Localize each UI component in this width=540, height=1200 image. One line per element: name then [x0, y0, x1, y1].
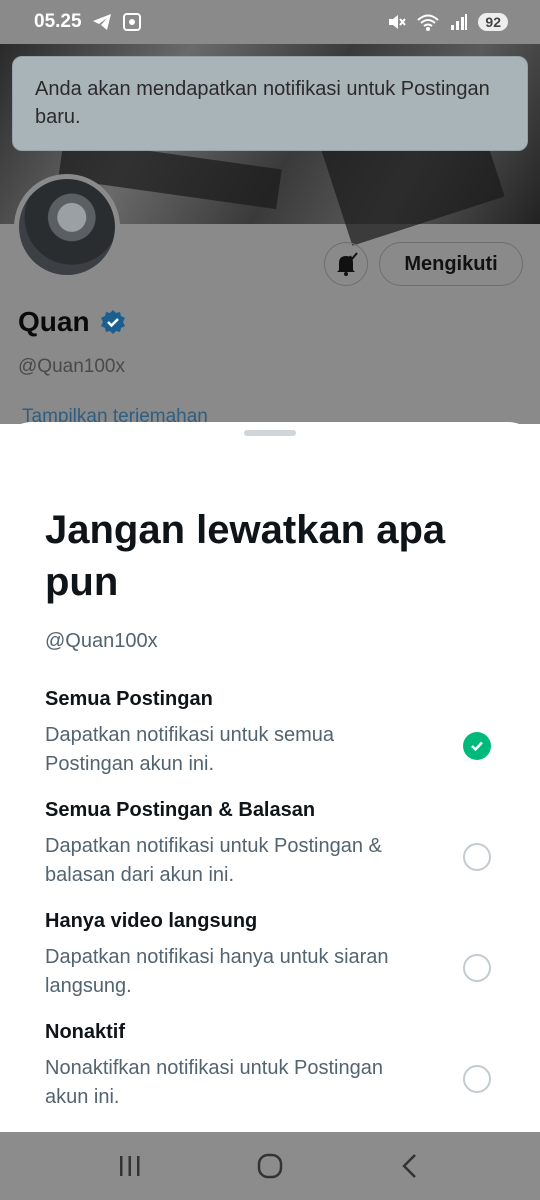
verified-badge-icon	[100, 310, 125, 334]
back-icon	[402, 1154, 416, 1178]
option-title: Semua Postingan & Balasan	[45, 799, 316, 821]
option-postingan-balasan[interactable]: Semua Postingan & Balasan Dapatkan notif…	[45, 799, 495, 890]
radio-unselected[interactable]	[463, 954, 491, 982]
profile-name-row: Quan	[18, 306, 126, 338]
sheet-drag-handle[interactable]	[244, 430, 296, 436]
notification-settings-sheet: Jangan lewatkan apa pun @Quan100x Semua …	[0, 422, 540, 1132]
screenshot-icon	[122, 13, 141, 31]
option-title: Semua Postingan	[45, 688, 213, 710]
profile-name: Quan	[18, 306, 90, 337]
back-button[interactable]	[390, 1146, 430, 1186]
telegram-icon	[92, 14, 111, 30]
sheet-title: Jangan lewatkan apa pun	[45, 508, 446, 604]
wifi-icon	[417, 14, 440, 31]
profile-page: Anda akan mendapatkan notifikasi untuk P…	[0, 44, 540, 424]
check-icon	[471, 741, 483, 752]
option-nonaktif[interactable]: Nonaktif Nonaktifkan notifikasi untuk Po…	[45, 1021, 495, 1112]
mute-icon	[389, 15, 407, 29]
avatar[interactable]	[14, 174, 120, 280]
radio-unselected[interactable]	[463, 843, 491, 871]
option-semua-postingan[interactable]: Semua Postingan Dapatkan notifikasi untu…	[45, 688, 495, 779]
radio-unselected[interactable]	[463, 1065, 491, 1093]
battery-indicator: 92	[478, 13, 508, 31]
bell-check-icon	[337, 252, 358, 276]
option-video-langsung[interactable]: Hanya video langsung Dapatkan notifikasi…	[45, 910, 495, 1001]
home-icon	[257, 1153, 283, 1179]
option-description: Dapatkan notifikasi hanya untuk siaran l…	[45, 946, 389, 997]
sheet-handle: @Quan100x	[45, 630, 158, 652]
status-bar: 05.25 92	[0, 0, 540, 44]
notification-bell-button[interactable]	[324, 242, 368, 286]
option-title: Hanya video langsung	[45, 910, 258, 932]
recents-icon	[120, 1156, 140, 1176]
radio-selected[interactable]	[463, 732, 491, 760]
option-title: Nonaktif	[45, 1021, 125, 1043]
profile-handle: @Quan100x	[18, 356, 125, 377]
option-description: Dapatkan notifikasi untuk Postingan & ba…	[45, 835, 382, 886]
notification-toast: Anda akan mendapatkan notifikasi untuk P…	[12, 56, 528, 151]
system-nav-bar	[0, 1132, 540, 1200]
signal-icon	[451, 14, 468, 30]
following-button[interactable]: Mengikuti	[379, 242, 523, 286]
recents-button[interactable]	[110, 1146, 150, 1186]
home-button[interactable]	[250, 1146, 290, 1186]
option-description: Nonaktifkan notifikasi untuk Postingan a…	[45, 1057, 383, 1108]
option-description: Dapatkan notifikasi untuk semua Postinga…	[45, 724, 335, 775]
status-time: 05.25	[34, 11, 82, 32]
